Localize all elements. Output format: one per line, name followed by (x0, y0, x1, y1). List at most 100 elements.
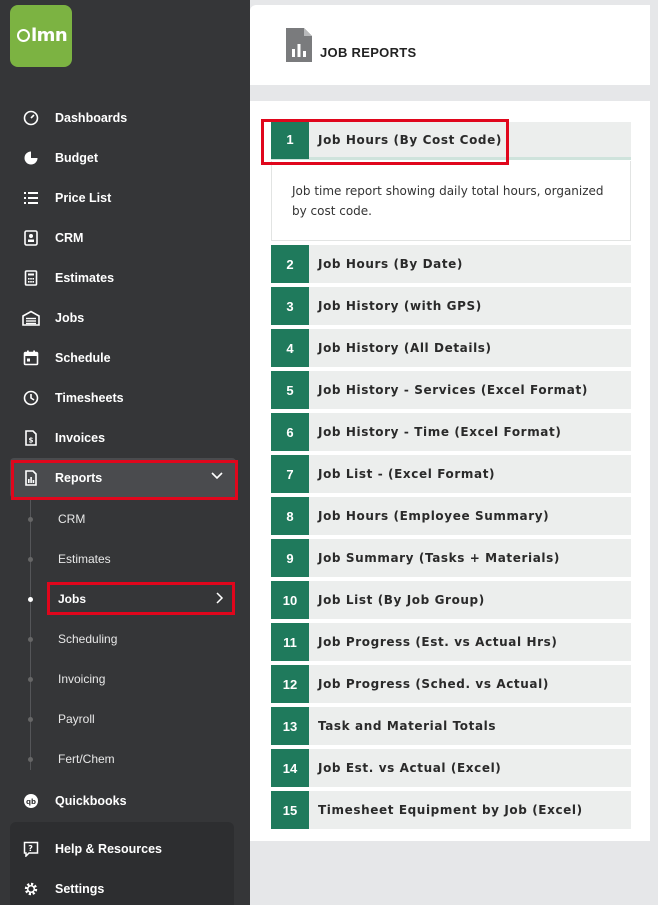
sidebar-subitem-invoicing[interactable]: Invoicing (0, 659, 250, 699)
page-title: JOB REPORTS (320, 45, 417, 60)
page-header: JOB REPORTS (250, 5, 650, 85)
invoice-icon: $ (22, 429, 40, 447)
submenu-dot (28, 716, 33, 722)
report-number: 3 (271, 287, 309, 325)
report-row-5[interactable]: 5 Job History - Services (Excel Format) (271, 371, 631, 409)
submenu-dot (28, 756, 33, 762)
chevron-down-icon[interactable] (210, 468, 224, 485)
sidebar-subitem-label: Invoicing (58, 672, 106, 686)
report-label: Job History - Time (Excel Format) (318, 425, 562, 439)
chevron-right-icon (214, 591, 226, 608)
sidebar-item-label: Budget (55, 151, 99, 165)
sidebar-item-label: Timesheets (55, 391, 124, 405)
dashboard-icon (22, 109, 40, 127)
sidebar-item-label: Help & Resources (55, 842, 162, 856)
sidebar-subitem-label: Payroll (58, 712, 95, 726)
report-number: 13 (271, 707, 309, 745)
submenu-dot (28, 516, 33, 522)
report-label: Job List (By Job Group) (318, 593, 485, 607)
report-number: 7 (271, 455, 309, 493)
sidebar-subitem-label: Scheduling (58, 632, 118, 646)
report-number: 8 (271, 497, 309, 535)
sidebar-item-crm[interactable]: CRM (0, 218, 250, 258)
sidebar-item-label: Schedule (55, 351, 111, 365)
sidebar-item-label: Dashboards (55, 111, 128, 125)
sidebar-item-schedule[interactable]: Schedule (0, 338, 250, 378)
submenu-dot (28, 596, 33, 602)
report-label: Timesheet Equipment by Job (Excel) (318, 803, 583, 817)
report-label: Job Est. vs Actual (Excel) (318, 761, 502, 775)
submenu-dot (28, 636, 33, 642)
sidebar-item-jobs[interactable]: Jobs (0, 298, 250, 338)
quickbooks-icon: qb (22, 792, 40, 810)
svg-text:qb: qb (26, 798, 36, 806)
sidebar-item-invoices[interactable]: $ Invoices (0, 418, 250, 458)
report-row-11[interactable]: 11 Job Progress (Est. vs Actual Hrs) (271, 623, 631, 661)
sidebar-item-label: Settings (55, 882, 105, 896)
report-row-2[interactable]: 2 Job Hours (By Date) (271, 245, 631, 283)
report-label: Job Summary (Tasks + Materials) (318, 551, 560, 565)
calculator-icon (22, 269, 40, 287)
sidebar: lmn Dashboards Budget Price List CRM Est… (0, 0, 250, 905)
submenu-dot (28, 676, 33, 682)
sidebar-subitem-fert-chem[interactable]: Fert/Chem (0, 739, 250, 779)
report-number: 1 (271, 120, 309, 159)
report-number: 4 (271, 329, 309, 367)
report-row-7[interactable]: 7 Job List - (Excel Format) (271, 455, 631, 493)
report-row-13[interactable]: 13 Task and Material Totals (271, 707, 631, 745)
gear-icon (22, 880, 40, 898)
sidebar-subitem-payroll[interactable]: Payroll (0, 699, 250, 739)
report-number: 9 (271, 539, 309, 577)
report-number: 10 (271, 581, 309, 619)
sidebar-subitem-scheduling[interactable]: Scheduling (0, 619, 250, 659)
sidebar-item-help[interactable]: ? Help & Resources (0, 829, 250, 869)
sidebar-item-estimates[interactable]: Estimates (0, 258, 250, 298)
svg-text:$: $ (29, 437, 34, 445)
report-row-14[interactable]: 14 Job Est. vs Actual (Excel) (271, 749, 631, 787)
report-row-10[interactable]: 10 Job List (By Job Group) (271, 581, 631, 619)
sidebar-item-settings[interactable]: Settings (0, 869, 250, 905)
report-label: Job List - (Excel Format) (318, 467, 496, 481)
report-file-icon (285, 27, 313, 68)
report-number: 12 (271, 665, 309, 703)
report-row-6[interactable]: 6 Job History - Time (Excel Format) (271, 413, 631, 451)
report-row-15[interactable]: 15 Timesheet Equipment by Job (Excel) (271, 791, 631, 829)
sidebar-subitem-label: Fert/Chem (58, 752, 115, 766)
report-row-12[interactable]: 12 Job Progress (Sched. vs Actual) (271, 665, 631, 703)
report-label: Job History (with GPS) (318, 299, 482, 313)
report-label: Job Progress (Est. vs Actual Hrs) (318, 635, 558, 649)
garage-icon (22, 309, 40, 327)
report-number: 11 (271, 623, 309, 661)
sidebar-subitem-jobs[interactable]: Jobs (0, 579, 250, 619)
report-number: 2 (271, 245, 309, 283)
sidebar-item-price-list[interactable]: Price List (0, 178, 250, 218)
sidebar-item-quickbooks[interactable]: qb Quickbooks (0, 781, 250, 821)
sidebar-subitem-crm[interactable]: CRM (0, 499, 250, 539)
sidebar-item-dashboards[interactable]: Dashboards (0, 98, 250, 138)
report-row-4[interactable]: 4 Job History (All Details) (271, 329, 631, 367)
report-row-9[interactable]: 9 Job Summary (Tasks + Materials) (271, 539, 631, 577)
sidebar-item-budget[interactable]: Budget (0, 138, 250, 178)
pie-chart-icon (22, 149, 40, 167)
sidebar-subitem-label: Estimates (58, 552, 111, 566)
report-row-1[interactable]: 1 Job Hours (By Cost Code) (271, 120, 631, 160)
report-number: 14 (271, 749, 309, 787)
report-row-3[interactable]: 3 Job History (with GPS) (271, 287, 631, 325)
calendar-icon (22, 349, 40, 367)
report-description: Job time report showing daily total hour… (271, 161, 631, 241)
report-label: Job Progress (Sched. vs Actual) (318, 677, 549, 691)
lmn-logo[interactable]: lmn (10, 5, 72, 67)
sidebar-item-timesheets[interactable]: Timesheets (0, 378, 250, 418)
sidebar-item-label: Price List (55, 191, 112, 205)
submenu-dot (28, 556, 33, 562)
sidebar-subitem-estimates[interactable]: Estimates (0, 539, 250, 579)
sidebar-item-reports[interactable]: Reports (10, 458, 236, 498)
report-row-8[interactable]: 8 Job Hours (Employee Summary) (271, 497, 631, 535)
report-label: Job History (All Details) (318, 341, 492, 355)
report-number: 15 (271, 791, 309, 829)
contact-card-icon (22, 229, 40, 247)
report-number: 6 (271, 413, 309, 451)
report-icon (22, 469, 40, 487)
sidebar-subitem-label: Jobs (58, 592, 87, 606)
sidebar-item-label: Quickbooks (55, 794, 127, 808)
